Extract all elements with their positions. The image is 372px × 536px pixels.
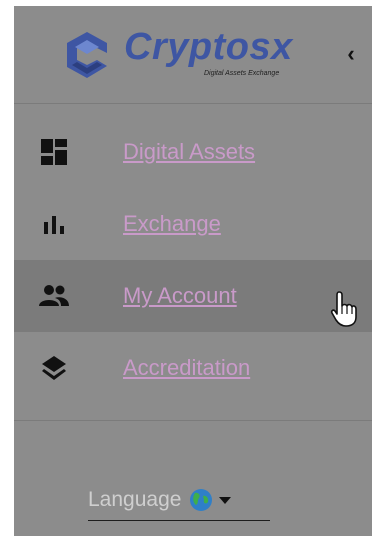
sidebar-item-label: Accreditation	[123, 355, 251, 380]
sidebar-item-exchange[interactable]: Exchange	[14, 188, 372, 260]
chevron-left-icon[interactable]: ‹	[342, 41, 360, 66]
sidebar-header: Cryptosx Digital Assets Exchange ‹	[14, 6, 372, 104]
globe-icon	[190, 489, 213, 511]
sidebar-panel: Cryptosx Digital Assets Exchange ‹ Digit…	[14, 6, 372, 536]
bar-chart-icon	[38, 208, 70, 240]
sidebar-menu: Digital Assets Exchange My Account Accre…	[14, 116, 372, 404]
cryptosx-logo-icon	[67, 32, 107, 78]
sidebar-item-label: My Account	[123, 283, 237, 308]
sidebar-item-label: Digital Assets	[123, 139, 256, 164]
sidebar-item-digital-assets[interactable]: Digital Assets	[14, 116, 372, 188]
sidebar-item-my-account[interactable]: My Account	[14, 260, 372, 332]
sidebar-item-accreditation[interactable]: Accreditation	[14, 332, 372, 404]
language-label: Language	[88, 488, 182, 511]
chevron-down-icon[interactable]	[219, 496, 232, 504]
sidebar-item-label: Exchange	[123, 211, 221, 236]
hand-pointer-cursor-icon	[330, 291, 357, 327]
dashboard-icon	[38, 136, 70, 168]
sidebar-divider	[14, 420, 372, 421]
brand-name: Cryptosx	[124, 26, 293, 68]
language-selector[interactable]: Language	[88, 480, 270, 521]
brand-tagline: Digital Assets Exchange	[204, 70, 280, 77]
layers-icon	[38, 352, 70, 384]
people-icon	[38, 280, 70, 312]
